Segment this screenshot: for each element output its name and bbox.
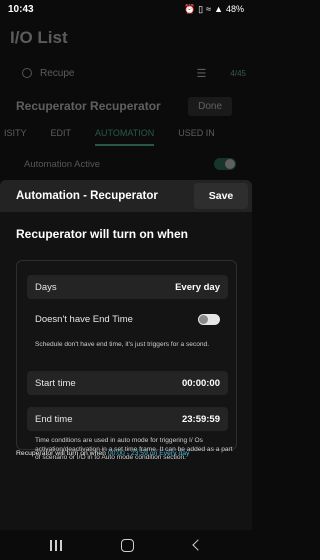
done-button: Done	[188, 96, 232, 116]
filter-count-badge: 4/45	[230, 68, 246, 78]
summary-prefix: Recuperator will turn on when	[16, 450, 106, 457]
search-bar: Recupe ☰ 4/45	[10, 62, 246, 84]
recents-icon[interactable]	[49, 539, 62, 551]
vibrate-icon: ▯	[198, 3, 204, 14]
sheet-title: Automation - Recuperator	[16, 190, 158, 202]
end-time-row[interactable]: End time 23:59:59	[27, 407, 228, 431]
status-time: 10:43	[8, 3, 34, 15]
item-title: Recuperator Recuperator	[16, 99, 161, 113]
signal-icon: ▲	[214, 4, 223, 14]
back-icon[interactable]	[192, 539, 204, 551]
no-end-time-toggle[interactable]	[198, 313, 220, 325]
filter-icon: ☰	[196, 67, 207, 80]
condition-heading: Recuperator will turn on when	[16, 227, 189, 241]
home-icon[interactable]	[121, 538, 135, 552]
background-screen: I/O List Recupe ☰ 4/45 Recuperator Recup…	[0, 18, 252, 198]
end-time-label: End time	[35, 413, 73, 425]
save-button[interactable]: Save	[194, 183, 248, 209]
tab-intensity: ISITY	[4, 128, 27, 138]
end-time-toggle-row: Doesn't have End Time	[27, 307, 228, 331]
page-title: I/O List	[10, 28, 68, 47]
navigation-bar	[0, 530, 252, 560]
days-row[interactable]: Days Every day	[27, 275, 228, 299]
summary-highlight: 00:00 - 23:59 on Every day	[107, 450, 190, 457]
tab-automation: AUTOMATION	[95, 128, 155, 146]
tab-used-in: USED IN	[178, 128, 215, 138]
days-value: Every day	[175, 281, 220, 293]
sheet-header: Automation - Recuperator Save	[0, 180, 252, 212]
automation-active-toggle	[214, 158, 236, 170]
wifi-icon: ≈	[206, 4, 212, 14]
battery-label: 48%	[225, 4, 244, 14]
tab-bar: ISITY EDIT AUTOMATION USED IN	[0, 122, 252, 146]
schedule-note: Schedule don't have end time, it's just …	[35, 341, 210, 348]
start-time-value: 00:00:00	[181, 377, 220, 389]
item-header: Recuperator Recuperator Done	[0, 96, 252, 116]
automation-active-row: Automation Active	[24, 158, 236, 170]
days-label: Days	[35, 281, 57, 293]
search-input: Recupe	[40, 67, 75, 79]
automation-sheet: Automation - Recuperator Save Recuperato…	[0, 180, 252, 530]
start-time-row[interactable]: Start time 00:00:00	[27, 371, 228, 395]
end-time-toggle-label: Doesn't have End Time	[35, 313, 133, 325]
tab-edit: EDIT	[50, 128, 72, 138]
end-time-value: 23:59:59	[181, 413, 220, 425]
status-bar: 10:43 ⏰ ▯ ≈ ▲ 48%	[0, 0, 252, 18]
start-time-label: Start time	[35, 377, 76, 389]
alarm-icon: ⏰	[183, 3, 196, 14]
time-condition-panel: Days Every day Doesn't have End Time Sch…	[16, 260, 237, 461]
condition-summary: Recuperator will turn on when 00:00 - 23…	[16, 450, 241, 457]
search-icon	[22, 68, 32, 78]
automation-active-label: Automation Active	[24, 158, 101, 170]
